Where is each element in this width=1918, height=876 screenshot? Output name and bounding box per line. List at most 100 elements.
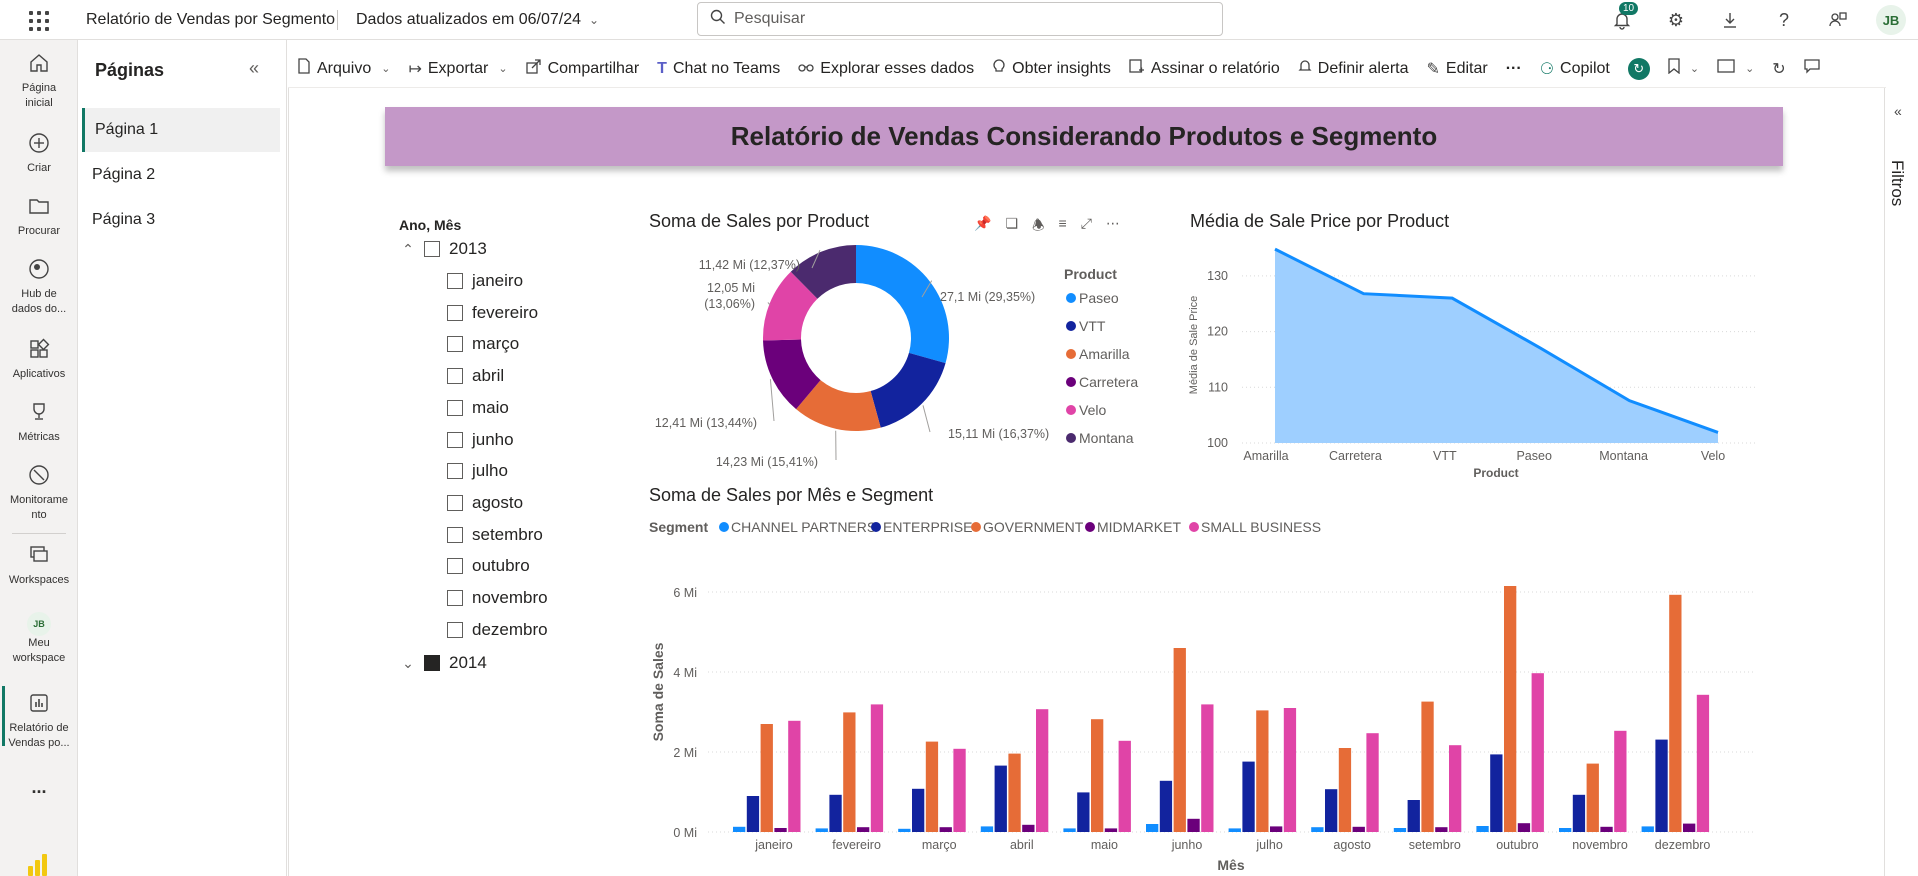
lightbulb-icon (992, 58, 1006, 79)
expand-filters-chevron-icon[interactable]: « (1894, 103, 1902, 119)
checkbox[interactable] (447, 526, 463, 543)
chevron-down-icon: ⌄ (1689, 63, 1700, 75)
view-button[interactable]: ⌄ (1708, 51, 1763, 87)
nav-data-hub-label: Hub de (21, 288, 57, 300)
power-bi-logo-icon (28, 852, 50, 876)
focus-mode-icon[interactable]: ⤢ (1081, 215, 1092, 239)
slicer-month-8[interactable]: setembro (447, 525, 543, 545)
nav-metrics[interactable]: Métricas (0, 401, 78, 445)
checkbox[interactable] (447, 273, 463, 289)
folder-icon (0, 195, 78, 224)
slicer-month-7[interactable]: agosto (447, 493, 523, 513)
subscribe-button[interactable]: Assinar o relatório (1120, 51, 1289, 87)
file-menu-button[interactable]: Arquivo ⌄ (288, 51, 399, 87)
checkbox[interactable] (447, 463, 463, 480)
set-alert-button[interactable]: Definir alerta (1289, 51, 1418, 87)
slicer-month-4[interactable]: maio (447, 398, 509, 418)
report-title[interactable]: Relatório de Vendas por Segmento (86, 11, 335, 29)
nav-current-report[interactable]: Relatório de Vendas po... (0, 692, 78, 751)
download-icon[interactable] (1718, 8, 1742, 32)
slicer-year-label: 2014 (449, 653, 487, 672)
checkbox[interactable] (447, 304, 463, 321)
nav-more-button[interactable]: ... (0, 778, 78, 796)
app-launcher-icon[interactable] (27, 9, 49, 31)
slicer-month-0[interactable]: janeiro (447, 271, 523, 291)
refresh-icon: ↻ (1772, 60, 1786, 78)
page-tab-2[interactable]: Página 2 (82, 153, 280, 197)
checkbox[interactable] (447, 590, 463, 606)
nav-workspaces[interactable]: Workspaces (0, 544, 78, 588)
more-options-icon[interactable]: ⋯ (1106, 215, 1120, 239)
share-button[interactable]: Compartilhar (517, 51, 649, 87)
slicer-month-3[interactable]: abril (447, 366, 504, 386)
page-tab-3[interactable]: Página 3 (82, 198, 280, 242)
nav-monitoring[interactable]: Monitorame nto (0, 464, 78, 523)
refresh-visuals-button[interactable]: ↻ (1619, 51, 1659, 87)
get-insights-button[interactable]: Obter insights (983, 51, 1120, 87)
pin-icon[interactable]: 📌 (974, 215, 991, 239)
slicer-month-1[interactable]: fevereiro (447, 303, 538, 323)
expand-chevron-icon[interactable]: ⌄ (401, 655, 415, 672)
filters-label[interactable]: Filtros (1887, 160, 1907, 206)
view-rect-icon (1717, 59, 1735, 78)
checkbox[interactable] (424, 241, 440, 257)
edit-button[interactable]: ✎ Editar (1418, 51, 1497, 87)
settings-gear-icon[interactable]: ⚙ (1664, 8, 1688, 32)
slicer-month-label: julho (472, 461, 508, 481)
bar-chart-title: Soma de Sales por Mês e Segment (649, 485, 934, 505)
slicer-month-label: janeiro (472, 271, 524, 290)
slicer-year-2014[interactable]: ⌄ 2014 (401, 653, 487, 673)
share-people-icon[interactable] (1826, 8, 1850, 32)
slicer-month-2[interactable]: março (447, 334, 519, 354)
nav-my-workspace[interactable]: JB Meu workspace (0, 608, 78, 666)
bookmark-button[interactable]: ⌄ (1659, 51, 1708, 87)
slicer-month-6[interactable]: julho (447, 461, 508, 481)
checkbox[interactable] (447, 399, 463, 416)
nav-apps[interactable]: Aplicativos (0, 338, 78, 382)
refresh-button[interactable]: ↻ (1763, 51, 1794, 87)
checkbox[interactable] (447, 368, 463, 385)
filter-icon[interactable]: ≡ (1059, 215, 1067, 239)
checkbox[interactable] (447, 558, 463, 575)
nav-report-label: Relatório de (9, 722, 69, 734)
slicer-month-label: maio (472, 397, 509, 417)
slicer-month-11[interactable]: dezembro (447, 620, 548, 640)
slicer-year-2013[interactable]: ⌃ 2013 (401, 239, 487, 259)
checkbox[interactable] (447, 336, 463, 353)
teams-chat-button[interactable]: T Chat no Teams (648, 51, 789, 87)
nav-home[interactable]: Página inicial (0, 52, 78, 111)
data-updated-dropdown[interactable]: Dados atualizados em 06/07/24 ⌄ (356, 11, 599, 29)
export-button[interactable]: ↦ Exportar ⌄ (399, 51, 516, 87)
nav-my-workspace-label2: workspace (12, 652, 66, 664)
slicer-title: Ano, Mês (399, 217, 462, 233)
checkbox[interactable] (447, 621, 463, 638)
collapse-chevron-icon[interactable]: ⌃ (401, 241, 415, 258)
bell-icon[interactable]: 🕭 (1032, 215, 1045, 239)
page-tab-1[interactable]: Página 1 (82, 108, 280, 152)
nav-home-label2: inicial (25, 97, 53, 109)
chevron-down-icon: ⌄ (589, 13, 600, 27)
checkbox[interactable] (424, 655, 440, 671)
comment-icon (1804, 58, 1820, 79)
collapse-chevron-icon[interactable]: « (249, 58, 259, 79)
copilot-button[interactable]: ⚆ Copilot (1531, 51, 1619, 87)
copy-icon[interactable]: ❏ (1005, 215, 1018, 239)
comment-button[interactable] (1795, 51, 1829, 87)
checkbox[interactable] (447, 431, 463, 448)
slicer-month-9[interactable]: outubro (447, 556, 530, 576)
donut-chart-title: Soma de Sales por Product (649, 211, 870, 231)
search-input[interactable]: Pesquisar (697, 2, 1223, 36)
user-avatar[interactable]: JB (1876, 5, 1906, 35)
more-options-button[interactable]: ··· (1497, 51, 1531, 87)
share-icon (525, 58, 542, 79)
bell-icon (1298, 58, 1312, 79)
nav-browse[interactable]: Procurar (0, 195, 78, 239)
nav-data-hub[interactable]: Hub de dados do... (0, 258, 78, 317)
copilot-icon: ⚆ (1539, 60, 1555, 78)
nav-create[interactable]: Criar (0, 132, 78, 176)
slicer-month-10[interactable]: novembro (447, 588, 548, 608)
explore-data-button[interactable]: Explorar esses dados (789, 51, 983, 87)
help-icon[interactable]: ? (1772, 8, 1796, 32)
slicer-month-5[interactable]: junho (447, 430, 514, 450)
checkbox[interactable] (447, 494, 463, 511)
